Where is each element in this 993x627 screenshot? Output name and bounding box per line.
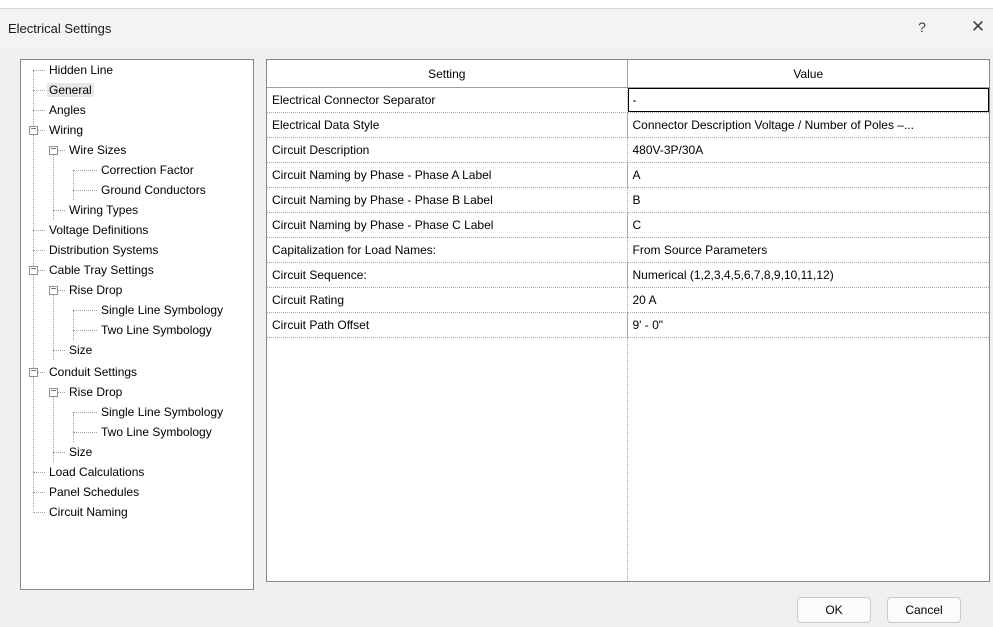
setting-name-cell: Electrical Connector Separator — [267, 87, 628, 113]
tree-item[interactable]: Rise Drop — [67, 382, 124, 402]
tree-item-label: Hidden Line — [49, 63, 114, 77]
tree-item-label: Two Line Symbology — [101, 425, 212, 439]
tree-item[interactable]: Wiring Types — [67, 200, 140, 220]
tree-item[interactable]: Size — [67, 340, 94, 360]
collapse-toggle-icon[interactable]: − — [49, 387, 58, 397]
setting-value-cell[interactable]: - — [627, 87, 989, 113]
tree-item[interactable]: Ground Conductors — [99, 180, 208, 200]
settings-tree[interactable]: Hidden Line General Angles − Wiring − Wire Siz… — [20, 59, 254, 590]
close-icon[interactable]: ✕ — [968, 17, 988, 37]
tree-item-label: Rise Drop — [69, 283, 123, 297]
tree-item[interactable]: Two Line Symbology — [99, 320, 214, 340]
setting-name-cell: Circuit Naming by Phase - Phase C Label — [267, 212, 628, 238]
tree-item-label: Load Calculations — [49, 465, 145, 479]
tree-item[interactable]: Cable Tray Settings — [47, 260, 156, 280]
tree-item[interactable]: Load Calculations — [47, 462, 146, 482]
setting-name-cell: Circuit Naming by Phase - Phase A Label — [267, 162, 628, 188]
tree-item-label: Rise Drop — [69, 385, 123, 399]
tree-item[interactable]: General — [47, 80, 94, 100]
tree-item-label: Wire Sizes — [69, 143, 127, 157]
setting-value-cell[interactable]: 20 A — [627, 287, 989, 313]
tree-item[interactable]: Distribution Systems — [47, 240, 160, 260]
tree-item[interactable]: Correction Factor — [99, 160, 196, 180]
title-bar: Electrical Settings ? ✕ — [0, 9, 993, 49]
table-row[interactable]: Circuit Rating 20 A — [267, 287, 989, 313]
tree-item-label: Circuit Naming — [49, 505, 128, 519]
tree-item[interactable]: Angles — [47, 100, 88, 120]
collapse-toggle-icon[interactable]: − — [49, 145, 58, 155]
setting-value-cell[interactable]: B — [627, 187, 989, 213]
table-row[interactable]: Circuit Description 480V-3P/30A — [267, 137, 989, 163]
tree-item-label: Ground Conductors — [101, 183, 206, 197]
tree-item-label: Cable Tray Settings — [49, 263, 154, 277]
tree-item-label: Distribution Systems — [49, 243, 159, 257]
setting-value-cell[interactable]: 9' - 0" — [627, 312, 989, 338]
cancel-button[interactable]: Cancel — [887, 597, 961, 623]
tree-item-label: Two Line Symbology — [101, 323, 212, 337]
setting-value-cell[interactable]: Connector Description Voltage / Number o… — [627, 112, 989, 138]
column-header-setting[interactable]: Setting — [267, 60, 628, 88]
column-header-value[interactable]: Value — [627, 60, 989, 88]
table-row[interactable]: Electrical Connector Separator - — [267, 87, 989, 113]
table-row[interactable]: Circuit Naming by Phase - Phase A Label A — [267, 162, 989, 188]
tree-item[interactable]: Single Line Symbology — [99, 300, 225, 320]
tree-item[interactable]: Voltage Definitions — [47, 220, 150, 240]
tree-item-label: Size — [69, 445, 93, 459]
tree-item[interactable]: Two Line Symbology — [99, 422, 214, 442]
setting-value-cell[interactable]: 480V-3P/30A — [627, 137, 989, 163]
tree-item[interactable]: Size — [67, 442, 94, 462]
setting-name-cell: Circuit Naming by Phase - Phase B Label — [267, 187, 628, 213]
setting-name-cell: Electrical Data Style — [267, 112, 628, 138]
collapse-toggle-icon[interactable]: − — [29, 125, 38, 135]
tree-item-label: Conduit Settings — [49, 365, 138, 379]
setting-name-cell: Circuit Rating — [267, 287, 628, 313]
setting-name-cell: Circuit Description — [267, 137, 628, 163]
tree-item[interactable]: Single Line Symbology — [99, 402, 225, 422]
tree-item-label: Voltage Definitions — [49, 223, 149, 237]
tree-item-label: Wiring Types — [69, 203, 139, 217]
tree-item[interactable]: Conduit Settings — [47, 362, 139, 382]
tree-item[interactable]: Wire Sizes — [67, 140, 128, 160]
tree-item-label: Angles — [49, 103, 86, 117]
setting-name-cell: Capitalization for Load Names: — [267, 237, 628, 263]
table-row[interactable]: Circuit Naming by Phase - Phase C Label C — [267, 212, 989, 238]
tree-item[interactable]: Hidden Line — [47, 60, 115, 80]
electrical-settings-dialog: Electrical Settings ? ✕ Hidden Line Gener… — [0, 8, 993, 627]
tree-item-label: Correction Factor — [101, 163, 194, 177]
tree-item-label: Single Line Symbology — [101, 303, 224, 317]
table-row[interactable]: Capitalization for Load Names: From Sourc… — [267, 237, 989, 263]
tree-item-label: Size — [69, 343, 93, 357]
tree-item-label: Wiring — [49, 123, 84, 137]
setting-value-cell[interactable]: A — [627, 162, 989, 188]
collapse-toggle-icon[interactable]: − — [29, 265, 38, 275]
settings-table: Setting Value Electrical Connector Separ… — [266, 59, 990, 582]
table-row[interactable]: Circuit Path Offset 9' - 0" — [267, 312, 989, 338]
tree-item[interactable]: Wiring — [47, 120, 85, 140]
table-row[interactable]: Circuit Sequence: Numerical (1,2,3,4,5,6,… — [267, 262, 989, 288]
tree-item[interactable]: Rise Drop — [67, 280, 124, 300]
setting-name-cell: Circuit Path Offset — [267, 312, 628, 338]
ok-button[interactable]: OK — [797, 597, 871, 623]
setting-value-cell[interactable]: From Source Parameters — [627, 237, 989, 263]
setting-name-cell: Circuit Sequence: — [267, 262, 628, 288]
collapse-toggle-icon[interactable]: − — [29, 367, 38, 377]
tree-item[interactable]: Circuit Naming — [47, 502, 130, 522]
setting-value-cell[interactable]: Numerical (1,2,3,4,5,6,7,8,9,10,11,12) — [627, 262, 989, 288]
tree-item-label: General — [47, 83, 94, 97]
table-row[interactable]: Circuit Naming by Phase - Phase B Label B — [267, 187, 989, 213]
dialog-title: Electrical Settings — [8, 21, 112, 36]
tree-item-label: Panel Schedules — [49, 485, 140, 499]
setting-value-cell[interactable]: C — [627, 212, 989, 238]
tree-item-label: Single Line Symbology — [101, 405, 224, 419]
help-icon[interactable]: ? — [912, 19, 932, 35]
table-row[interactable]: Electrical Data Style Connector Descripti… — [267, 112, 989, 138]
collapse-toggle-icon[interactable]: − — [49, 285, 58, 295]
tree-item[interactable]: Panel Schedules — [47, 482, 141, 502]
